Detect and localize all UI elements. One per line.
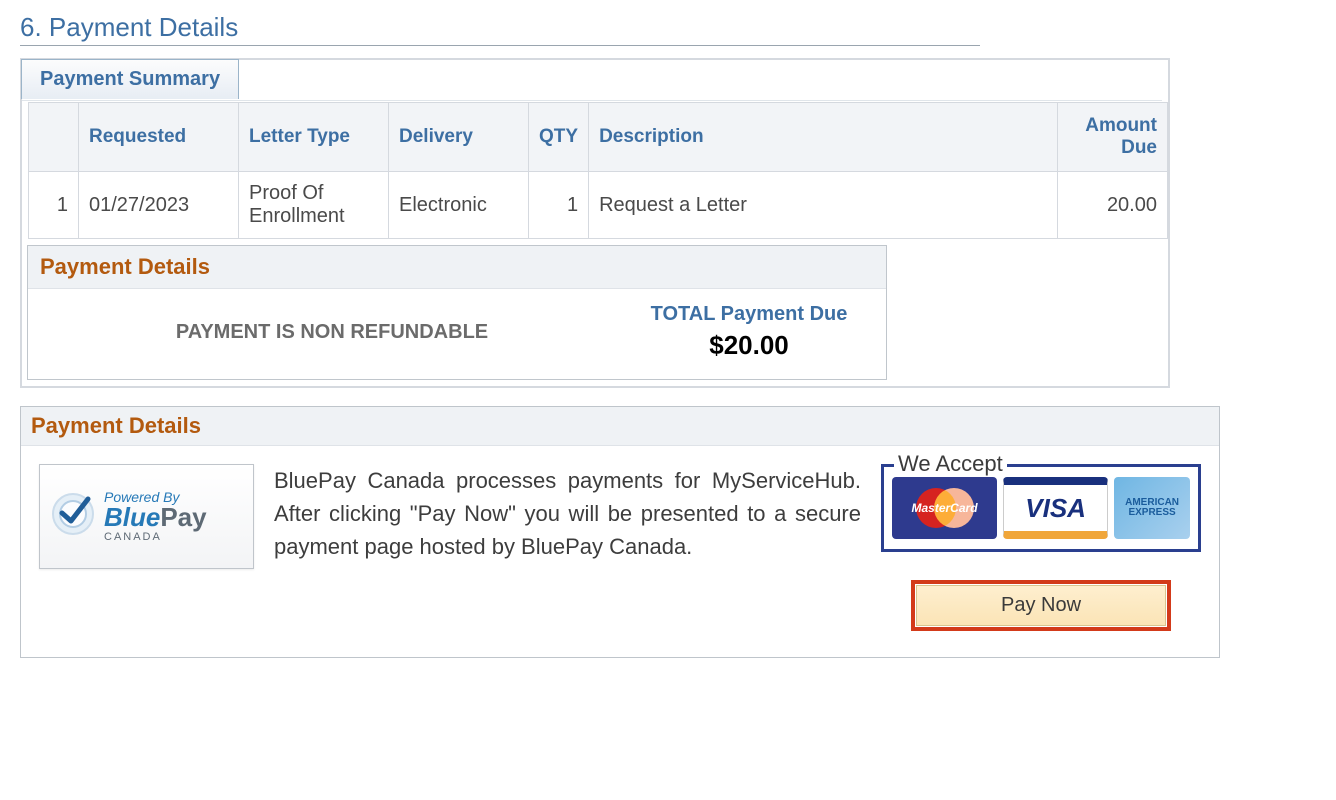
payment-processor-header: Payment Details — [21, 407, 1219, 446]
bluepay-brand: BluePay — [104, 504, 207, 530]
divider — [20, 45, 980, 46]
payment-summary-panel: Payment Summary Requested Letter Type De… — [20, 58, 1170, 388]
total-area: TOTAL Payment Due $20.00 — [624, 303, 874, 361]
cell-qty: 1 — [529, 172, 589, 239]
amex-icon: AMERICAN EXPRESS — [1114, 477, 1190, 539]
we-accept-label: We Accept — [894, 451, 1007, 477]
cell-description: Request a Letter — [589, 172, 1058, 239]
table-row: 1 01/27/2023 Proof Of Enrollment Electro… — [29, 172, 1168, 239]
visa-icon: VISA — [1003, 477, 1108, 539]
cell-index: 1 — [29, 172, 79, 239]
cell-requested: 01/27/2023 — [79, 172, 239, 239]
col-header-index — [29, 103, 79, 172]
payment-details-subpanel: Payment Details PAYMENT IS NON REFUNDABL… — [27, 245, 887, 380]
mastercard-icon: MasterCard — [892, 477, 997, 539]
col-header-description: Description — [589, 103, 1058, 172]
col-header-amount-due: Amount Due — [1058, 103, 1168, 172]
section-title: 6. Payment Details — [20, 12, 1316, 43]
bluepay-region: CANADA — [104, 532, 207, 543]
col-header-requested: Requested — [79, 103, 239, 172]
nonrefundable-notice: PAYMENT IS NON REFUNDABLE — [40, 321, 624, 344]
pay-now-highlight: Pay Now — [911, 580, 1171, 631]
col-header-letter-type: Letter Type — [239, 103, 389, 172]
total-payment-label: TOTAL Payment Due — [624, 303, 874, 326]
cell-letter-type: Proof Of Enrollment — [239, 172, 389, 239]
bluepay-logo: Powered By BluePay CANADA — [39, 464, 254, 569]
table-header-row: Requested Letter Type Delivery QTY Descr… — [29, 103, 1168, 172]
col-header-qty: QTY — [529, 103, 589, 172]
pay-now-button[interactable]: Pay Now — [916, 585, 1166, 626]
cell-amount-due: 20.00 — [1058, 172, 1168, 239]
cell-delivery: Electronic — [389, 172, 529, 239]
payment-processor-panel: Payment Details Powered By BluePay CANAD… — [20, 406, 1220, 658]
checkmark-icon — [50, 491, 96, 542]
tab-payment-summary[interactable]: Payment Summary — [21, 59, 239, 99]
payment-summary-table: Requested Letter Type Delivery QTY Descr… — [28, 102, 1168, 239]
payment-info-text: BluePay Canada processes payments for My… — [274, 464, 861, 563]
we-accept-box: We Accept MasterCard VISA AMERICAN EXPRE… — [881, 464, 1201, 552]
payment-details-header: Payment Details — [28, 246, 886, 289]
col-header-delivery: Delivery — [389, 103, 529, 172]
total-payment-amount: $20.00 — [624, 330, 874, 361]
